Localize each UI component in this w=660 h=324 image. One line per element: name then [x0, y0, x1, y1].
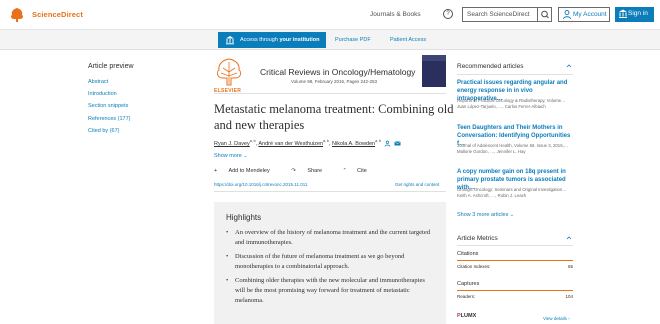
plumx-rest: LUMX [460, 313, 477, 319]
access-prefix: Access through [240, 36, 280, 43]
person-icon [563, 10, 571, 20]
author-affiliation-mark: a, b [323, 139, 329, 143]
metric-value: 104 [565, 294, 573, 299]
my-account-button[interactable]: My Account [558, 7, 610, 22]
highlight-text: Combining older therapies with the new m… [235, 277, 425, 304]
article-actions: + Add to Mendeley ↷ Share ” Cite [214, 168, 387, 174]
sciencedirect-brand-link[interactable]: ScienceDirect [32, 10, 83, 19]
share-icon: ↷ [291, 168, 296, 174]
show-more-articles-button[interactable]: Show 3 more articles ⌄ [457, 212, 514, 218]
cover-band [422, 55, 446, 61]
article-preview-heading: Article preview [88, 63, 134, 70]
chevron-down-icon: ⌄ [509, 212, 515, 218]
metric-divider [457, 260, 573, 261]
share-label: Share [307, 168, 323, 174]
access-bar: Access through your institution Purchase… [0, 30, 660, 50]
author-link[interactable]: André van der Westhuizen [258, 141, 323, 147]
elsevier-tree-logo-icon[interactable] [8, 6, 26, 24]
bullet-icon: • [226, 253, 229, 260]
recommended-authors: Juan López-Tarjuelo, …, Carlos Ferrer-Al… [457, 104, 546, 109]
article-title: Metastatic melanoma treatment: Combining… [214, 102, 454, 132]
search-icon [541, 10, 549, 19]
cite-button[interactable]: ” Cite [344, 168, 377, 174]
patient-access-link[interactable]: Patient Access [390, 37, 426, 43]
divider [457, 245, 573, 246]
search-box[interactable]: Search ScienceDirect [462, 7, 552, 22]
add-mendeley-label: Add to Mendeley [228, 168, 270, 174]
highlights-box: Highlights • An overview of the history … [214, 202, 446, 324]
view-details-link[interactable]: View details › [543, 316, 570, 321]
show-more-button[interactable]: Show more ⌄ [214, 153, 248, 159]
access-institution-button[interactable]: Access through your institution [218, 32, 326, 48]
journal-volume-link[interactable]: Volume 98, February 2016, Pages 242-253 [291, 79, 377, 84]
preview-item-references[interactable]: References (177) [88, 116, 131, 122]
author-list: Ryan J. Daveya, b, André van der Westhui… [214, 139, 401, 147]
highlight-item: • Combining older therapies with the new… [226, 276, 432, 306]
author-affiliation-mark: a, b [375, 139, 381, 143]
elsevier-tree-icon[interactable] [214, 57, 244, 87]
access-institution-label: Access through your institution [240, 37, 319, 43]
show-more-label: Show more [214, 153, 242, 159]
highlight-item: • Discussion of the future of melanoma t… [226, 252, 432, 272]
chevron-down-icon: ⌄ [243, 153, 248, 159]
recommended-heading: Recommended articles [457, 63, 524, 70]
bullet-icon: • [226, 229, 229, 236]
sign-in-button[interactable]: Sign in [615, 7, 654, 22]
highlights-heading: Highlights [226, 213, 262, 222]
access-bold: your institution [279, 36, 320, 43]
view-details-label: View details [543, 316, 567, 321]
search-button[interactable] [537, 8, 551, 21]
metric-value: 65 [567, 264, 573, 269]
quote-icon: ” [343, 168, 346, 174]
plus-icon: + [214, 168, 218, 174]
divider [214, 93, 446, 94]
journals-books-link[interactable]: Journals & Books [370, 11, 421, 18]
author-link[interactable]: Nikola A. Bowden [332, 141, 375, 147]
person-icon[interactable] [384, 140, 391, 147]
add-to-mendeley-button[interactable]: + Add to Mendeley [214, 168, 280, 174]
recommended-authors: Keith A. Ashcroft, …, Robin J. Leach [457, 193, 527, 198]
purchase-pdf-link[interactable]: Purchase PDF [335, 37, 371, 43]
journal-cover-image[interactable] [422, 55, 446, 87]
institution-icon [226, 36, 234, 45]
metric-divider [457, 290, 573, 291]
my-account-label: My Account [573, 11, 607, 18]
author-link[interactable]: Ryan J. Davey [214, 141, 250, 147]
metric-label: Readers: [457, 294, 476, 299]
author-affiliation-mark: a, b [249, 139, 256, 143]
metric-label: Citation Indexes: [457, 264, 491, 269]
cite-label: Cite [357, 168, 367, 174]
bullet-icon: • [226, 277, 229, 284]
sign-in-label: Sign in [628, 10, 648, 17]
envelope-icon[interactable] [394, 140, 401, 147]
show-more-articles-label: Show 3 more articles [457, 212, 509, 218]
article-metrics-heading: Article Metrics [457, 235, 498, 242]
divider [214, 191, 446, 192]
help-icon[interactable]: ? [443, 9, 453, 19]
preview-item-introduction[interactable]: Introduction [88, 91, 117, 97]
journal-title-link[interactable]: Critical Reviews in Oncology/Hematology [260, 67, 415, 77]
plumx-logo: PLUMX [457, 313, 476, 319]
share-button[interactable]: ↷ Share [291, 168, 332, 174]
highlight-text: Discussion of the future of melanoma tre… [235, 253, 405, 270]
preview-item-section-snippets[interactable]: Section snippets [88, 103, 128, 109]
metric-category-captures: Captures [457, 281, 480, 287]
metric-row-citation-indexes: Citation Indexes: 65 [457, 264, 573, 269]
top-header: ScienceDirect Journals & Books ? Search … [0, 0, 660, 30]
divider [457, 74, 573, 75]
chevron-up-icon[interactable] [566, 235, 572, 241]
preview-item-abstract[interactable]: Abstract [88, 79, 108, 85]
highlight-item: • An overview of the history of melanoma… [226, 228, 432, 248]
highlight-text: An overview of the history of melanoma t… [235, 229, 430, 246]
chevron-right-icon: › [568, 316, 570, 321]
rights-link[interactable]: Get rights and content [395, 182, 439, 187]
chevron-up-icon[interactable] [566, 63, 572, 69]
doi-link[interactable]: https://doi.org/10.1016/j.critrevonc.201… [214, 182, 307, 187]
metric-category-citations: Citations [457, 251, 479, 257]
recommended-authors: Mallorie Gordon, …, Jennifer L. Hay [457, 149, 526, 154]
preview-item-cited-by[interactable]: Cited by (67) [88, 128, 120, 134]
metric-row-readers: Readers: 104 [457, 294, 573, 299]
search-label: Search ScienceDirect [467, 11, 530, 18]
